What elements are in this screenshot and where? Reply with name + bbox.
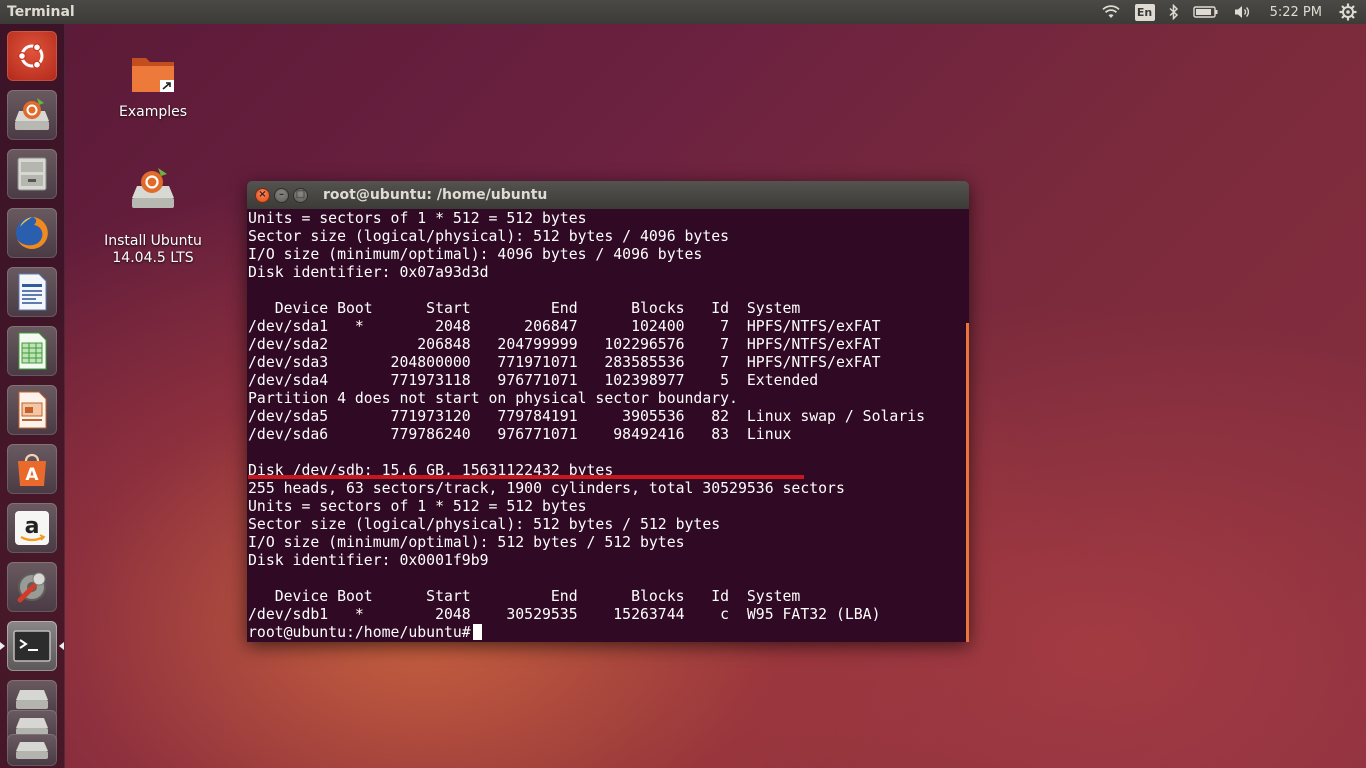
bluetooth-icon[interactable]	[1169, 4, 1179, 20]
terminal-line: /dev/sda5 771973120 779784191 3905536 82…	[248, 408, 926, 425]
launcher-libreoffice-writer[interactable]	[7, 267, 57, 317]
terminal-titlebar[interactable]: × – □ root@ubuntu: /home/ubuntu	[247, 181, 969, 209]
terminal-line: /dev/sdb1 * 2048 30529535 15263744 c W95…	[248, 606, 881, 623]
clock[interactable]: 5:22 PM	[1270, 5, 1322, 20]
terminal-line: I/O size (minimum/optimal): 4096 bytes /…	[248, 246, 703, 263]
terminal-line: Units = sectors of 1 * 512 = 512 bytes	[248, 498, 587, 515]
folder-icon	[132, 58, 174, 92]
installer-icon	[132, 168, 174, 208]
maximize-button[interactable]: □	[293, 187, 308, 203]
launcher-system-settings[interactable]	[7, 562, 57, 612]
scrollbar[interactable]	[966, 323, 969, 642]
launcher-files[interactable]	[7, 149, 57, 199]
terminal-window[interactable]: × – □ root@ubuntu: /home/ubuntu Units = …	[247, 181, 969, 642]
terminal-line: /dev/sda6 779786240 976771071 98492416 8…	[248, 426, 792, 443]
keyboard-layout-indicator[interactable]: En	[1134, 3, 1155, 21]
launcher-install-ubuntu[interactable]	[7, 90, 57, 140]
text-cursor	[472, 624, 482, 640]
writer-document-icon	[18, 273, 47, 311]
terminal-title: root@ubuntu: /home/ubuntu	[323, 187, 548, 203]
shell-prompt-line[interactable]: root@ubuntu:/home/ubuntu#	[248, 624, 925, 642]
launcher-libreoffice-calc[interactable]	[7, 326, 57, 376]
battery-icon[interactable]	[1192, 5, 1219, 19]
active-app-title: Terminal	[7, 4, 75, 20]
running-indicator	[0, 642, 5, 650]
desktop-icon-examples[interactable]: Examples	[93, 52, 213, 121]
calc-spreadsheet-icon	[18, 332, 47, 370]
launcher-drive-3[interactable]	[7, 734, 57, 766]
launcher-libreoffice-impress[interactable]	[7, 385, 57, 435]
desktop-icon-label: Install Ubuntu 14.04.5 LTS	[104, 233, 202, 266]
terminal-text: Units = sectors of 1 * 512 = 512 bytes Se…	[248, 210, 925, 642]
terminal-line: Device Boot Start End Blocks Id System	[248, 300, 801, 317]
shell-prompt: root@ubuntu:/home/ubuntu#	[248, 624, 471, 641]
file-cabinet-icon	[17, 157, 47, 191]
close-button[interactable]: ×	[255, 187, 270, 203]
volume-icon[interactable]	[1233, 4, 1253, 20]
ubuntu-logo-icon	[17, 43, 44, 69]
drive-icon	[16, 690, 48, 709]
terminal-line: /dev/sda4 771973118 976771071 102398977 …	[248, 372, 819, 389]
terminal-icon	[13, 630, 51, 662]
terminal-line: I/O size (minimum/optimal): 512 bytes / …	[248, 534, 685, 551]
indicator-area: En 5:22 PM	[1094, 0, 1366, 24]
gear-icon[interactable]	[1339, 3, 1357, 21]
terminal-output[interactable]: Units = sectors of 1 * 512 = 512 bytes Se…	[247, 209, 969, 642]
desktop-icon-label: Examples	[118, 104, 188, 120]
terminal-line: Sector size (logical/physical): 512 byte…	[248, 516, 721, 533]
svg-text:a: a	[25, 514, 40, 539]
drive-icon	[16, 742, 48, 759]
launcher: A a	[0, 24, 65, 768]
terminal-line: 255 heads, 63 sectors/track, 1900 cylind…	[248, 480, 845, 497]
terminal-line: Units = sectors of 1 * 512 = 512 bytes	[248, 210, 587, 227]
launcher-dash-button[interactable]	[7, 31, 57, 81]
terminal-line: Device Boot Start End Blocks Id System	[248, 588, 801, 605]
settings-wrench-icon	[17, 572, 46, 603]
launcher-firefox[interactable]	[7, 208, 57, 258]
wifi-icon[interactable]	[1101, 4, 1121, 20]
highlight-underline	[248, 475, 804, 479]
firefox-icon	[16, 217, 48, 249]
amazon-icon: a	[15, 511, 49, 545]
svg-text:A: A	[25, 465, 39, 485]
terminal-line: Disk identifier: 0x0001f9b9	[248, 552, 489, 569]
terminal-line: /dev/sda3 204800000 771971071 283585536 …	[248, 354, 881, 371]
installer-icon	[15, 98, 49, 130]
impress-presentation-icon	[18, 391, 47, 429]
terminal-line: Sector size (logical/physical): 512 byte…	[248, 228, 730, 245]
terminal-line: Partition 4 does not start on physical s…	[248, 390, 738, 407]
top-panel: Terminal En 5:22 PM	[0, 0, 1366, 24]
terminal-line: /dev/sda1 * 2048 206847 102400 7 HPFS/NT…	[248, 318, 881, 335]
minimize-button[interactable]: –	[274, 187, 289, 203]
focused-indicator	[59, 642, 64, 650]
launcher-amazon[interactable]: a	[7, 503, 57, 553]
shopping-bag-icon: A	[18, 453, 46, 486]
terminal-line: Disk identifier: 0x07a93d3d	[248, 264, 489, 281]
launcher-software-center[interactable]: A	[7, 444, 57, 494]
desktop-icon-install-ubuntu[interactable]: Install Ubuntu 14.04.5 LTS	[93, 147, 213, 267]
terminal-line: /dev/sda2 206848 204799999 102296576 7 H…	[248, 336, 881, 353]
launcher-terminal[interactable]	[0, 621, 64, 671]
